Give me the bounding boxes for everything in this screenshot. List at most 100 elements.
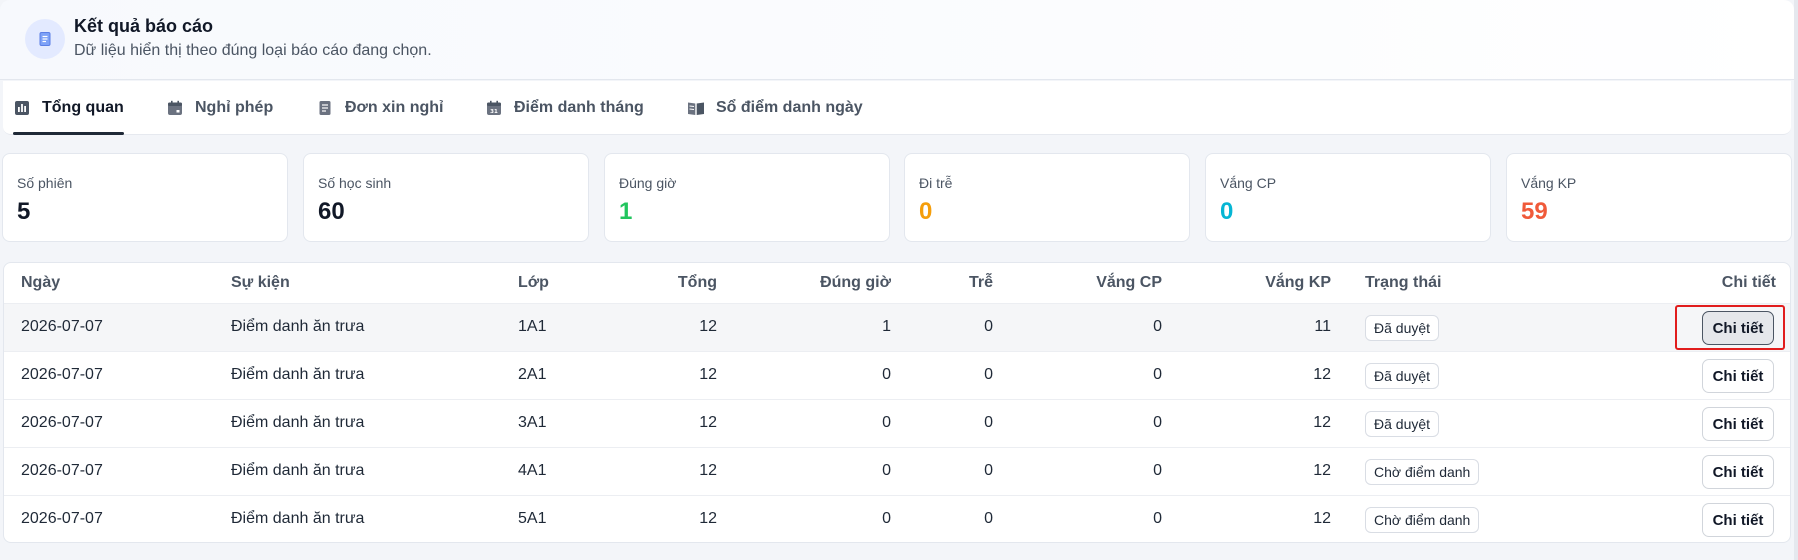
detail-button[interactable]: Chi tiết (1702, 503, 1774, 537)
column-header-date: Ngày (21, 274, 61, 291)
cell-absent-unexcused: 12 (1313, 366, 1331, 383)
table-header: Ngày Sự kiện Lớp Tổng Đúng giờ Trễ Vắng … (4, 263, 1790, 303)
cell-late: 0 (984, 366, 993, 383)
status-badge: Chờ điểm danh (1365, 507, 1480, 533)
column-header-detail: Chi tiết (1721, 274, 1776, 291)
cell-late: 0 (984, 414, 993, 431)
cell-absent-excused: 0 (1153, 510, 1162, 527)
cell-date: 2026-07-07 (21, 318, 103, 335)
stat-value: 1 (619, 198, 633, 225)
scrollbar[interactable] (1794, 0, 1798, 560)
report-panel: Kết quả báo cáo Dữ liệu hiển thị theo đú… (0, 0, 1798, 560)
table-row: 2026-07-07 Điểm danh ăn trưa 4A1 12 0 0 … (4, 447, 1790, 495)
cell-on-time: 1 (882, 318, 891, 335)
cell-absent-excused: 0 (1153, 366, 1162, 383)
calendar-month-icon: 31 (485, 99, 503, 117)
bar-chart-icon (13, 99, 31, 117)
column-header-absent-unexcused: Vắng KP (1265, 274, 1331, 291)
calendar-icon (166, 99, 184, 117)
cell-absent-unexcused: 11 (1314, 318, 1331, 335)
tab-label: Tổng quan (42, 99, 124, 116)
cell-absent-excused: 0 (1153, 462, 1162, 479)
report-table: Ngày Sự kiện Lớp Tổng Đúng giờ Trễ Vắng … (3, 262, 1791, 543)
cell-event: Điểm danh ăn trưa (231, 462, 365, 479)
cell-absent-unexcused: 12 (1313, 510, 1331, 527)
cell-class: 2A1 (518, 366, 547, 383)
stat-card-students: Số học sinh 60 (303, 153, 589, 242)
status-badge: Đã duyệt (1365, 363, 1440, 389)
page-subtitle: Dữ liệu hiển thị theo đúng loại báo cáo … (74, 42, 432, 59)
stat-card-sessions: Số phiên 5 (2, 153, 288, 242)
svg-text:31: 31 (490, 109, 498, 115)
cell-event: Điểm danh ăn trưa (231, 366, 365, 383)
cell-total: 12 (699, 462, 717, 479)
tab-leave-requests[interactable]: Đơn xin nghỉ (316, 81, 443, 135)
tab-label: Nghỉ phép (195, 99, 274, 116)
cell-on-time: 0 (882, 510, 891, 527)
column-header-class: Lớp (518, 274, 549, 291)
cell-class: 1A1 (518, 318, 547, 335)
cell-total: 12 (699, 510, 717, 527)
stat-card-late: Đi trễ 0 (904, 153, 1190, 242)
tab-label: Đơn xin nghỉ (345, 99, 444, 116)
cell-class: 4A1 (518, 462, 547, 479)
cell-class: 3A1 (518, 414, 547, 431)
cell-date: 2026-07-07 (21, 510, 103, 527)
detail-button[interactable]: Chi tiết (1702, 311, 1774, 345)
table-row: 2026-07-07 Điểm danh ăn trưa 1A1 12 1 0 … (4, 303, 1790, 351)
document-icon (25, 19, 65, 59)
cell-absent-excused: 0 (1153, 414, 1162, 431)
stat-label: Số học sinh (318, 175, 392, 191)
tab-overview[interactable]: Tổng quan (13, 81, 124, 135)
stat-value: 0 (919, 198, 933, 225)
column-header-on-time: Đúng giờ (820, 274, 891, 291)
cell-event: Điểm danh ăn trưa (231, 414, 365, 431)
stat-card-absent-unexcused: Vắng KP 59 (1506, 153, 1792, 242)
detail-button[interactable]: Chi tiết (1702, 407, 1774, 441)
tab-monthly-attendance[interactable]: 31 Điểm danh tháng (485, 81, 644, 135)
status-badge: Đã duyệt (1365, 315, 1440, 341)
page-title: Kết quả báo cáo (74, 16, 214, 36)
cell-total: 12 (699, 318, 717, 335)
stat-value: 60 (318, 198, 345, 225)
report-header: Kết quả báo cáo Dữ liệu hiển thị theo đú… (0, 0, 1794, 80)
tab-leave[interactable]: Nghỉ phép (166, 81, 273, 135)
cell-total: 12 (699, 414, 717, 431)
stats-row: Số phiên 5 Số học sinh 60 Đúng giờ 1 Đi … (2, 153, 1792, 243)
tab-daily-attendance-book[interactable]: Sổ điểm danh ngày (687, 81, 863, 135)
cell-date: 2026-07-07 (21, 366, 103, 383)
tab-label: Điểm danh tháng (514, 99, 644, 116)
column-header-absent-excused: Vắng CP (1096, 274, 1162, 291)
column-header-total: Tổng (677, 274, 717, 291)
cell-total: 12 (699, 366, 717, 383)
stat-value: 0 (1220, 198, 1234, 225)
book-icon (687, 99, 705, 117)
stat-value: 5 (17, 198, 31, 225)
cell-event: Điểm danh ăn trưa (231, 510, 365, 527)
stat-label: Số phiên (17, 175, 73, 191)
stat-value: 59 (1521, 198, 1548, 225)
detail-button[interactable]: Chi tiết (1702, 359, 1774, 393)
detail-button[interactable]: Chi tiết (1702, 455, 1774, 489)
table-row: 2026-07-07 Điểm danh ăn trưa 3A1 12 0 0 … (4, 399, 1790, 447)
report-tabs: Tổng quan Nghỉ phép Đơn xin nghỉ 31 Điểm… (3, 81, 1791, 135)
cell-late: 0 (984, 462, 993, 479)
stat-card-on-time: Đúng giờ 1 (604, 153, 890, 242)
stat-label: Vắng KP (1521, 175, 1577, 191)
cell-on-time: 0 (882, 462, 891, 479)
cell-late: 0 (984, 318, 993, 335)
status-badge: Chờ điểm danh (1365, 459, 1480, 485)
column-header-status: Trạng thái (1365, 274, 1442, 291)
cell-event: Điểm danh ăn trưa (231, 318, 365, 335)
tab-label: Sổ điểm danh ngày (716, 99, 863, 116)
cell-absent-excused: 0 (1153, 318, 1162, 335)
cell-late: 0 (984, 510, 993, 527)
stat-label: Vắng CP (1220, 175, 1277, 191)
cell-on-time: 0 (882, 366, 891, 383)
table-row: 2026-07-07 Điểm danh ăn trưa 2A1 12 0 0 … (4, 351, 1790, 399)
cell-on-time: 0 (882, 414, 891, 431)
status-badge: Đã duyệt (1365, 411, 1440, 437)
stat-label: Đúng giờ (619, 175, 677, 191)
cell-absent-unexcused: 12 (1313, 414, 1331, 431)
column-header-late: Trễ (968, 274, 993, 291)
